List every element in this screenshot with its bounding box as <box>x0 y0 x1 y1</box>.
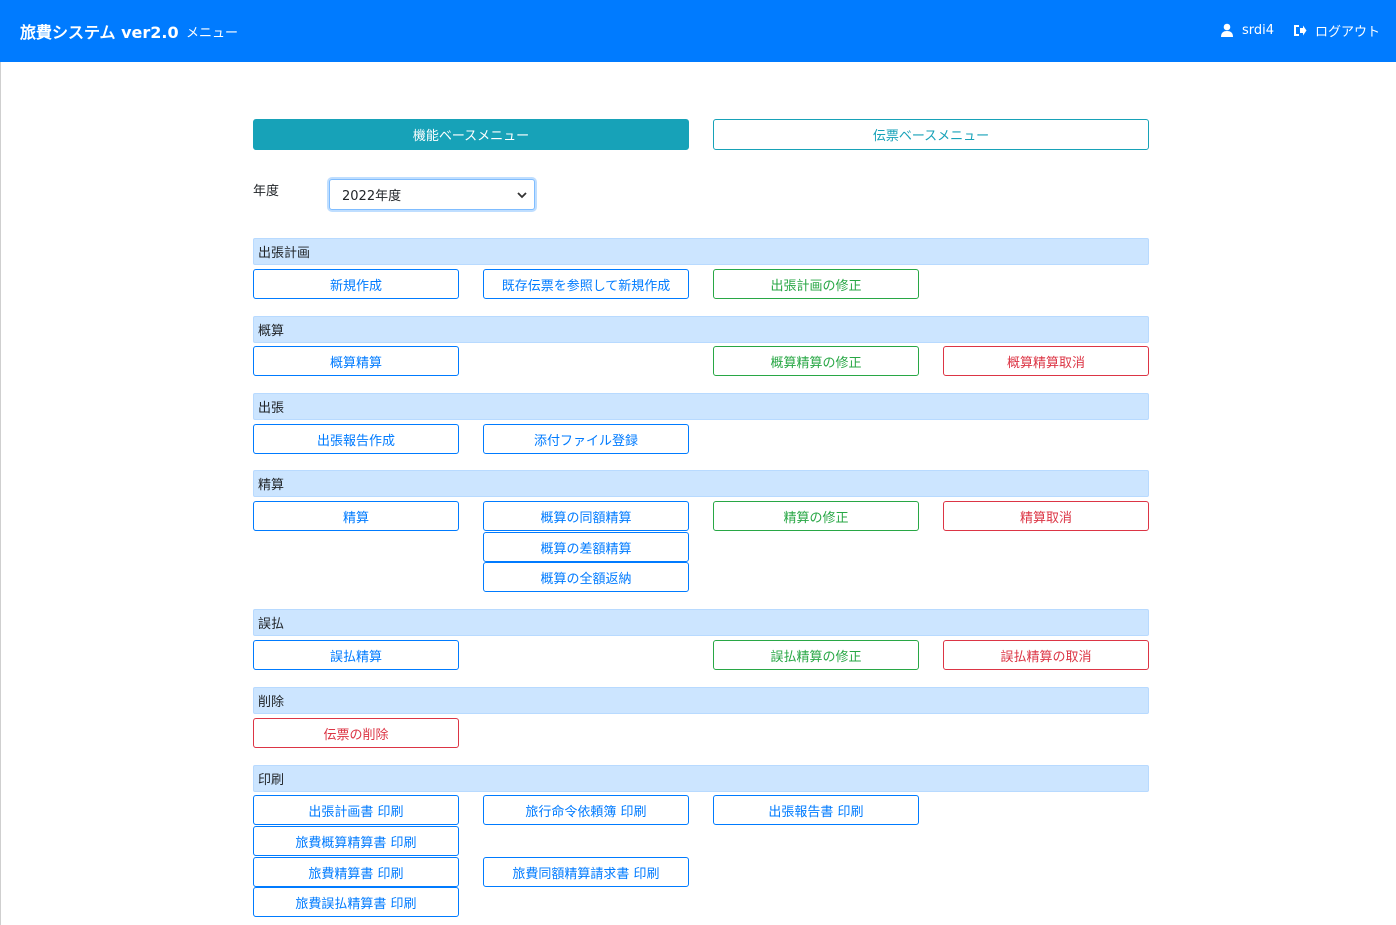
settle-modify-button[interactable]: 精算の修正 <box>713 501 919 531</box>
settle-print-button[interactable]: 旅費精算書 印刷 <box>253 857 459 887</box>
overpay-print-button[interactable]: 旅費誤払精算書 印刷 <box>253 887 459 917</box>
overpay-modify-button[interactable]: 誤払精算の修正 <box>713 640 919 670</box>
user-icon <box>1221 23 1233 37</box>
overpay-cancel-button[interactable]: 誤払精算の取消 <box>943 640 1149 670</box>
same-amount-print-button[interactable]: 旅費同額精算請求書 印刷 <box>483 857 689 887</box>
new-from-existing-button[interactable]: 既存伝票を参照して新規作成 <box>483 269 689 299</box>
estimate-modify-button[interactable]: 概算精算の修正 <box>713 346 919 376</box>
year-selected-value: 2022年度 <box>342 189 402 204</box>
menu-link[interactable]: メニュー <box>186 22 238 41</box>
plan-print-button[interactable]: 出張計画書 印刷 <box>253 795 459 825</box>
trip-report-button[interactable]: 出張報告作成 <box>253 424 459 454</box>
delete-voucher-button[interactable]: 伝票の削除 <box>253 718 459 748</box>
section-header-overpay: 誤払 <box>253 609 1149 636</box>
chevron-down-icon <box>517 192 527 199</box>
left-border <box>0 62 1 925</box>
settle-button[interactable]: 精算 <box>253 501 459 531</box>
estimate-cancel-button[interactable]: 概算精算取消 <box>943 346 1149 376</box>
modify-plan-button[interactable]: 出張計画の修正 <box>713 269 919 299</box>
settle-cancel-button[interactable]: 精算取消 <box>943 501 1149 531</box>
section-header-settlement: 精算 <box>253 470 1149 497</box>
year-label: 年度 <box>253 184 280 199</box>
section-header-delete: 削除 <box>253 687 1149 714</box>
attach-file-button[interactable]: 添付ファイル登録 <box>483 424 689 454</box>
user-name: srdi4 <box>1242 22 1275 38</box>
difference-settle-button[interactable]: 概算の差額精算 <box>483 532 689 562</box>
year-select[interactable]: 2022年度 <box>329 179 535 210</box>
new-plan-button[interactable]: 新規作成 <box>253 269 459 299</box>
tab-voucher-menu[interactable]: 伝票ベースメニュー <box>713 119 1149 150</box>
estimate-print-button[interactable]: 旅費概算精算書 印刷 <box>253 826 459 856</box>
report-print-button[interactable]: 出張報告書 印刷 <box>713 795 919 825</box>
logout-link[interactable]: ログアウト <box>1293 20 1380 40</box>
section-header-trip: 出張 <box>253 393 1149 420</box>
section-header-print: 印刷 <box>253 765 1149 792</box>
estimate-settle-button[interactable]: 概算精算 <box>253 346 459 376</box>
full-refund-button[interactable]: 概算の全額返納 <box>483 562 689 592</box>
section-header-estimate: 概算 <box>253 316 1149 343</box>
top-navbar: 旅費システム ver2.0 メニュー srdi4 ログアウト <box>0 0 1396 62</box>
menu-tabs: 機能ベースメニュー 伝票ベースメニュー <box>253 119 1149 150</box>
logout-label: ログアウト <box>1315 24 1381 40</box>
tab-function-menu[interactable]: 機能ベースメニュー <box>253 119 689 150</box>
overpay-settle-button[interactable]: 誤払精算 <box>253 640 459 670</box>
user-menu[interactable]: srdi4 <box>1220 20 1274 40</box>
same-amount-settle-button[interactable]: 概算の同額精算 <box>483 501 689 531</box>
sign-out-icon <box>1294 24 1307 36</box>
section-header-plan: 出張計画 <box>253 238 1149 265</box>
app-brand[interactable]: 旅費システム ver2.0 <box>20 19 179 43</box>
order-print-button[interactable]: 旅行命令依頼簿 印刷 <box>483 795 689 825</box>
